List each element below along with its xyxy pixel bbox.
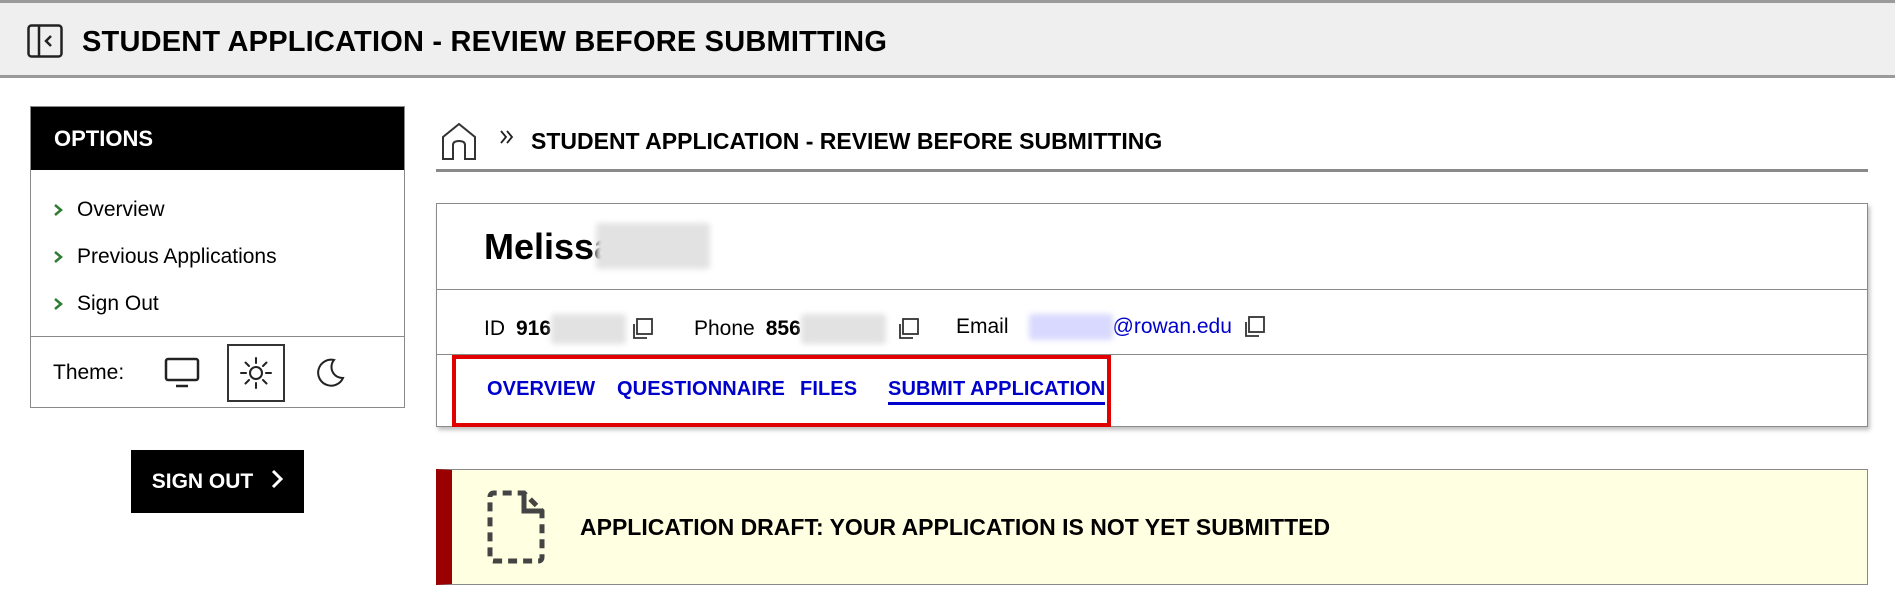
email-label: Email bbox=[956, 315, 1009, 338]
copy-icon[interactable] bbox=[630, 317, 654, 341]
redacted-last-name bbox=[596, 223, 710, 269]
options-list: Overview Previous Applications Sign Out bbox=[31, 170, 404, 337]
tab-files[interactable]: FILES bbox=[800, 378, 857, 401]
top-header-bar: STUDENT APPLICATION - REVIEW BEFORE SUBM… bbox=[0, 0, 1895, 78]
copy-icon[interactable] bbox=[896, 317, 920, 341]
sidebar-item-label: Overview bbox=[77, 197, 165, 221]
id-label: ID bbox=[484, 317, 505, 340]
phone-label: Phone bbox=[694, 317, 755, 340]
tab-overview[interactable]: OVERVIEW bbox=[487, 378, 595, 401]
email: Email @rowan.edu bbox=[956, 314, 1266, 340]
page-title: STUDENT APPLICATION - REVIEW BEFORE SUBM… bbox=[82, 26, 888, 58]
chevron-right-icon bbox=[271, 469, 284, 495]
chevron-right-icon bbox=[53, 297, 77, 311]
email-domain-link[interactable]: @rowan.edu bbox=[1113, 315, 1232, 339]
sign-out-label: SIGN OUT bbox=[151, 469, 254, 493]
moon-icon[interactable] bbox=[301, 344, 359, 402]
phone-value: 856 bbox=[765, 317, 801, 340]
breadcrumb-current: STUDENT APPLICATION - REVIEW BEFORE SUBM… bbox=[531, 128, 1163, 154]
copy-icon[interactable] bbox=[1242, 315, 1266, 339]
theme-label: Theme: bbox=[53, 361, 125, 384]
chevron-right-icon bbox=[53, 250, 77, 264]
tab-submit-application[interactable]: SUBMIT APPLICATION bbox=[888, 378, 1106, 405]
sign-out-button[interactable]: SIGN OUT bbox=[131, 450, 304, 513]
redacted-id bbox=[551, 314, 627, 344]
student-id: ID 916 bbox=[484, 314, 654, 344]
sidebar-item-overview[interactable]: Overview bbox=[53, 186, 404, 233]
id-value: 916 bbox=[516, 317, 552, 340]
applicant-card: Melissa ID 916 Phone 856 Email @rowan.ed… bbox=[436, 203, 1868, 427]
home-icon[interactable] bbox=[439, 121, 481, 163]
applicant-first-name: Melissa bbox=[484, 226, 615, 267]
sidebar-item-sign-out[interactable]: Sign Out bbox=[53, 280, 404, 327]
theme-selector: Theme: bbox=[31, 337, 404, 409]
double-chevron-right-icon bbox=[499, 129, 515, 150]
application-tabs: OVERVIEW QUESTIONNAIRE FILES SUBMIT APPL… bbox=[437, 355, 1867, 427]
tab-questionnaire[interactable]: QUESTIONNAIRE bbox=[617, 378, 785, 401]
chevron-right-icon bbox=[53, 203, 77, 217]
breadcrumb: STUDENT APPLICATION - REVIEW BEFORE SUBM… bbox=[436, 116, 1868, 172]
redacted-email-user bbox=[1028, 314, 1113, 340]
sidebar-item-label: Sign Out bbox=[77, 291, 159, 315]
options-panel: OPTIONS Overview Previous Applications S… bbox=[30, 106, 405, 408]
document-draft-icon bbox=[486, 489, 546, 565]
draft-status-banner: APPLICATION DRAFT: YOUR APPLICATION IS N… bbox=[436, 469, 1868, 585]
monitor-icon[interactable] bbox=[153, 344, 211, 402]
panel-collapse-icon[interactable] bbox=[26, 23, 64, 59]
sun-icon[interactable] bbox=[227, 344, 285, 402]
options-title: OPTIONS bbox=[31, 107, 404, 170]
sidebar-item-label: Previous Applications bbox=[77, 244, 277, 268]
applicant-name-row: Melissa bbox=[437, 204, 1867, 290]
sidebar-item-previous-applications[interactable]: Previous Applications bbox=[53, 233, 404, 280]
contact-info-row: ID 916 Phone 856 Email @rowan.edu bbox=[437, 290, 1867, 355]
phone: Phone 856 bbox=[694, 314, 920, 344]
redacted-phone bbox=[800, 314, 886, 344]
draft-status-message: APPLICATION DRAFT: YOUR APPLICATION IS N… bbox=[580, 513, 1331, 540]
